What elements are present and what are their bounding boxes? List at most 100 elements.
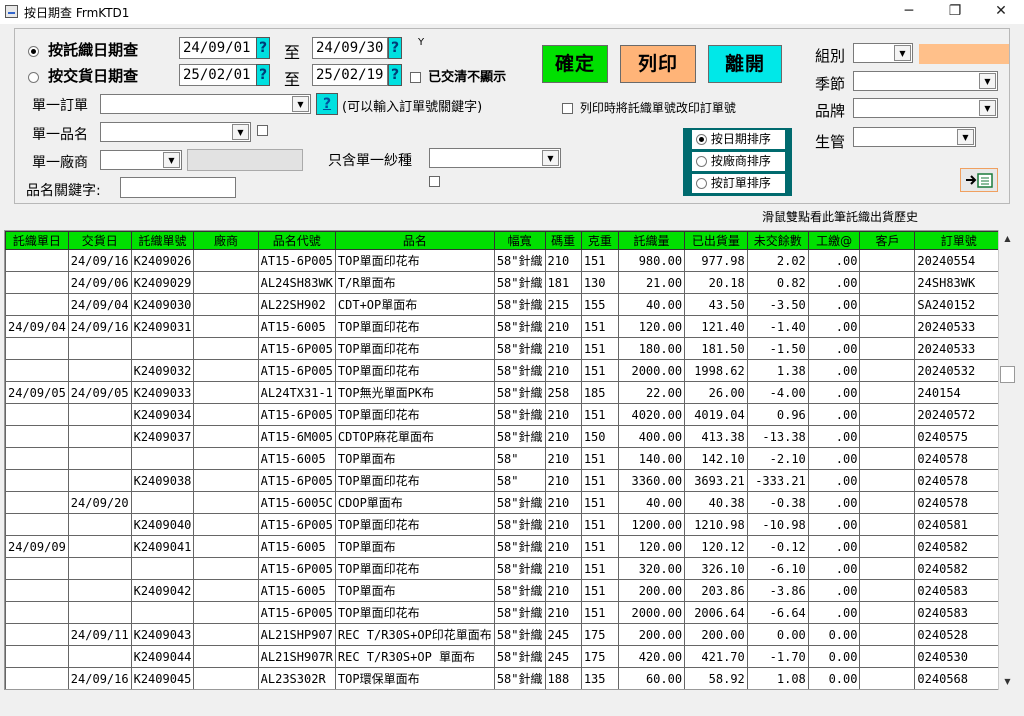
table-cell bbox=[5, 359, 69, 382]
table-row[interactable]: AT15-6P005 TOP單面印花布 58"針織 210 151 2000.00 2006… bbox=[5, 601, 1003, 624]
radio-ship-date[interactable]: 按交貨日期查 bbox=[28, 65, 138, 86]
scroll-up-icon[interactable]: ▲ bbox=[999, 230, 1016, 247]
table-row[interactable]: K2409034 AT15-6P005 TOP單面印花布 58"針織 210 151 402… bbox=[5, 403, 1003, 426]
table-row[interactable]: K2409044 AL21SH907R REC T/R30S+OP 單面布 58"針織… bbox=[5, 645, 1003, 668]
column-header[interactable]: 訂單號 bbox=[914, 231, 1003, 250]
table-row[interactable]: AT15-6P005 TOP單面印花布 58"針織 210 151 180.00 181.5… bbox=[5, 337, 1003, 360]
table-cell: 151 bbox=[580, 337, 619, 360]
table-row[interactable]: K2409037 AT15-6M005 CDTOP麻花單面布 58"針織 210 150 4… bbox=[5, 425, 1003, 448]
table-cell bbox=[5, 271, 69, 294]
column-header[interactable]: 品名代號 bbox=[257, 231, 336, 250]
weave-from-input[interactable]: 24/09/01 bbox=[179, 37, 257, 59]
single-item-checkbox[interactable] bbox=[257, 125, 268, 136]
column-header[interactable]: 已出貨量 bbox=[684, 231, 748, 250]
column-header[interactable]: 品名 bbox=[334, 231, 495, 250]
column-header[interactable]: 幅寬 bbox=[493, 231, 546, 250]
table-row[interactable]: 24/09/11 K2409043 AL21SHP907 REC T/R30S+OP印… bbox=[5, 623, 1003, 646]
table-cell: K2409030 bbox=[130, 293, 195, 316]
group-color-display bbox=[919, 44, 1009, 64]
sort-by-date[interactable]: 按日期排序 bbox=[692, 130, 785, 149]
table-cell bbox=[193, 271, 259, 294]
table-cell: 326.10 bbox=[684, 557, 748, 580]
table-row[interactable]: AT15-6P005 TOP單面印花布 58"針織 210 151 320.00 326.1… bbox=[5, 557, 1003, 580]
keyword-input[interactable] bbox=[120, 177, 236, 198]
table-row[interactable]: 24/09/16 K2409026 AT15-6P005 TOP單面印花布 58"針織 2… bbox=[5, 249, 1003, 272]
table-cell: 58"針織 bbox=[493, 535, 546, 558]
table-row[interactable]: 24/09/20 AT15-6005C CDOP單面布 58"針織 210 151 40.0… bbox=[5, 491, 1003, 514]
table-row[interactable]: K2409040 AT15-6P005 TOP單面印花布 58"針織 210 151 120… bbox=[5, 513, 1003, 536]
maximize-button[interactable]: ❐ bbox=[932, 0, 978, 24]
table-cell: 1998.62 bbox=[684, 359, 748, 382]
ok-button[interactable]: 確定 bbox=[542, 45, 608, 83]
table-row[interactable]: 24/09/04 24/09/16 K2409031 AT15-6005 TOP單面印花… bbox=[5, 315, 1003, 338]
radio-weave-date[interactable]: 按託織日期查 bbox=[28, 39, 138, 60]
manager-combo[interactable]: ▼ bbox=[853, 127, 976, 147]
season-combo[interactable]: ▼ bbox=[853, 71, 998, 91]
table-row[interactable]: 24/09/09 K2409041 AT15-6005 TOP單面布 58"針織 210 1… bbox=[5, 535, 1003, 558]
column-header[interactable]: 未交餘數 bbox=[746, 231, 809, 250]
table-cell: 58"針織 bbox=[493, 645, 546, 668]
minimize-button[interactable]: ─ bbox=[886, 0, 932, 24]
table-row[interactable]: AT15-6005 TOP單面布 58" 210 151 140.00 142.10 -2.1… bbox=[5, 447, 1003, 470]
table-cell bbox=[193, 535, 259, 558]
vertical-scrollbar[interactable]: ▲ ▼ bbox=[998, 230, 1016, 690]
column-header[interactable]: 客戶 bbox=[859, 231, 916, 250]
print-option-label: 列印時將託織單號改印訂單號 bbox=[579, 101, 736, 115]
column-header[interactable]: 廠商 bbox=[193, 231, 259, 250]
scroll-thumb[interactable] bbox=[1000, 366, 1015, 383]
column-header[interactable]: 託織量 bbox=[617, 231, 686, 250]
table-cell: 151 bbox=[580, 403, 619, 426]
table-cell: 258 bbox=[544, 381, 582, 404]
ship-to-picker-button[interactable]: ? bbox=[388, 64, 402, 86]
table-cell: 0240578 bbox=[914, 469, 1003, 492]
single-vendor-combo[interactable]: ▼ bbox=[100, 150, 182, 170]
scroll-down-icon[interactable]: ▼ bbox=[999, 673, 1016, 690]
export-excel-button[interactable] bbox=[960, 168, 998, 192]
column-header[interactable]: 碼重 bbox=[544, 231, 582, 250]
print-button[interactable]: 列印 bbox=[620, 45, 696, 83]
group-combo[interactable]: ▼ bbox=[853, 43, 913, 63]
sort-by-order[interactable]: 按訂單排序 bbox=[692, 174, 785, 193]
column-header[interactable]: 託織單日 bbox=[5, 231, 69, 250]
single-order-combo[interactable]: ▼ bbox=[100, 94, 311, 114]
weave-to-input[interactable]: 24/09/30 bbox=[312, 37, 388, 59]
table-row[interactable]: 24/09/04 K2409030 AL22SH902 CDT+OP單面布 58"針織 2… bbox=[5, 293, 1003, 316]
brand-combo[interactable]: ▼ bbox=[853, 98, 998, 118]
ship-from-picker-button[interactable]: ? bbox=[256, 64, 270, 86]
table-row[interactable]: 24/09/16 K2409045 AL23S302R TOP環保單面布 58"針織 18… bbox=[5, 667, 1003, 689]
table-cell bbox=[130, 337, 195, 360]
print-option-checkbox[interactable]: 列印時將託織單號改印訂單號 bbox=[562, 99, 736, 116]
table-row[interactable]: K2409042 AT15-6005 TOP單面布 58"針織 210 151 200.00… bbox=[5, 579, 1003, 602]
ship-to-input[interactable]: 25/02/19 bbox=[312, 64, 388, 86]
weave-from-picker-button[interactable]: ? bbox=[256, 37, 270, 59]
table-cell: .00 bbox=[807, 249, 861, 272]
column-header[interactable]: 克重 bbox=[580, 231, 619, 250]
table-row[interactable]: 24/09/06 K2409029 AL24SH83WK T/R單面布 58"針織 181… bbox=[5, 271, 1003, 294]
table-row[interactable]: K2409038 AT15-6P005 TOP單面印花布 58" 210 151 3360.… bbox=[5, 469, 1003, 492]
close-button[interactable]: ✕ bbox=[978, 0, 1024, 24]
table-cell: TOP單面印花布 bbox=[334, 557, 495, 580]
single-item-combo[interactable]: ▼ bbox=[100, 122, 251, 142]
table-cell: 58"針織 bbox=[493, 491, 546, 514]
order-search-button[interactable]: ? bbox=[316, 93, 338, 115]
yarn-checkbox[interactable] bbox=[429, 176, 440, 187]
table-cell: 120.12 bbox=[684, 535, 748, 558]
table-cell: -1.40 bbox=[746, 315, 809, 338]
table-row[interactable]: K2409032 AT15-6P005 TOP單面印花布 58"針織 210 151 200… bbox=[5, 359, 1003, 382]
weave-to-picker-button[interactable]: ? bbox=[388, 37, 402, 59]
table-cell bbox=[859, 579, 916, 602]
cleared-checkbox[interactable]: 已交清不顯示 bbox=[410, 66, 506, 85]
exit-button[interactable]: 離開 bbox=[708, 45, 782, 83]
sort-by-vendor[interactable]: 按廠商排序 bbox=[692, 152, 785, 171]
table-cell: TOP單面印花布 bbox=[334, 513, 495, 536]
column-header[interactable]: 交貨日 bbox=[67, 231, 132, 250]
table-cell: 0240530 bbox=[914, 645, 1003, 668]
column-header[interactable]: 工繳@ bbox=[807, 231, 861, 250]
table-cell: 175 bbox=[580, 645, 619, 668]
column-header[interactable]: 託織單號 bbox=[130, 231, 195, 250]
table-row[interactable]: 24/09/05 24/09/05 K2409033 AL24TX31-1 TOP無光單… bbox=[5, 381, 1003, 404]
ship-from-input[interactable]: 25/02/01 bbox=[179, 64, 257, 86]
yarn-combo[interactable]: ▼ bbox=[429, 148, 561, 168]
table-cell: 20240554 bbox=[914, 249, 1003, 272]
data-grid[interactable]: 託織單日 交貨日 託織單號 廠商 品名代號 品名 幅寬 碼重 克重 託織量 已出貨量 未交餘數 工繳@ 客… bbox=[4, 230, 1004, 690]
